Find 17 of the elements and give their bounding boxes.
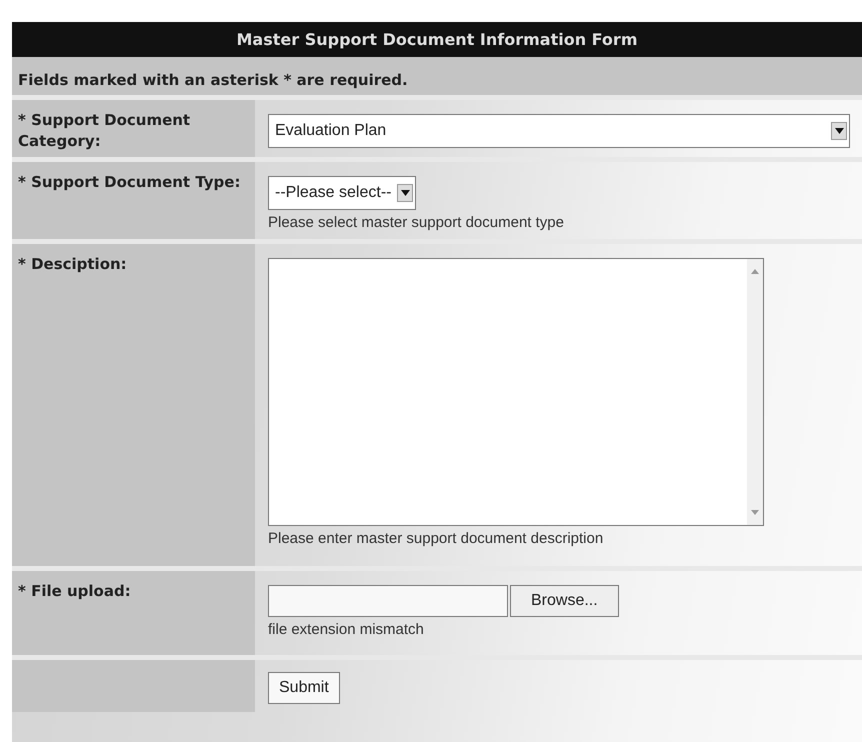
scrollbar[interactable] — [747, 259, 763, 525]
browse-button[interactable]: Browse... — [510, 585, 619, 617]
hint-text: file extension mismatch — [268, 621, 425, 638]
file-path-field[interactable] — [268, 585, 508, 617]
hint-text: Please enter master support document description — [268, 530, 604, 547]
field-label: * Support Document Type: — [18, 173, 240, 191]
required-notice: Fields marked with an asterisk * are required. — [12, 57, 862, 95]
field-label: * File upload: — [18, 582, 131, 600]
dropdown[interactable]: Evaluation Plan — [268, 114, 850, 148]
dropdown[interactable]: --Please select-- — [268, 176, 416, 210]
field-label: * Desciption: — [18, 255, 127, 273]
submit-button[interactable]: Submit — [268, 672, 340, 704]
scroll-down-arrow-icon[interactable] — [751, 510, 759, 515]
scroll-up-arrow-icon[interactable] — [751, 269, 759, 274]
form-title: Master Support Document Information Form — [12, 22, 862, 57]
field-label: * Support Document Category: — [18, 111, 190, 150]
hint-text: Please select master support document type — [268, 214, 565, 231]
